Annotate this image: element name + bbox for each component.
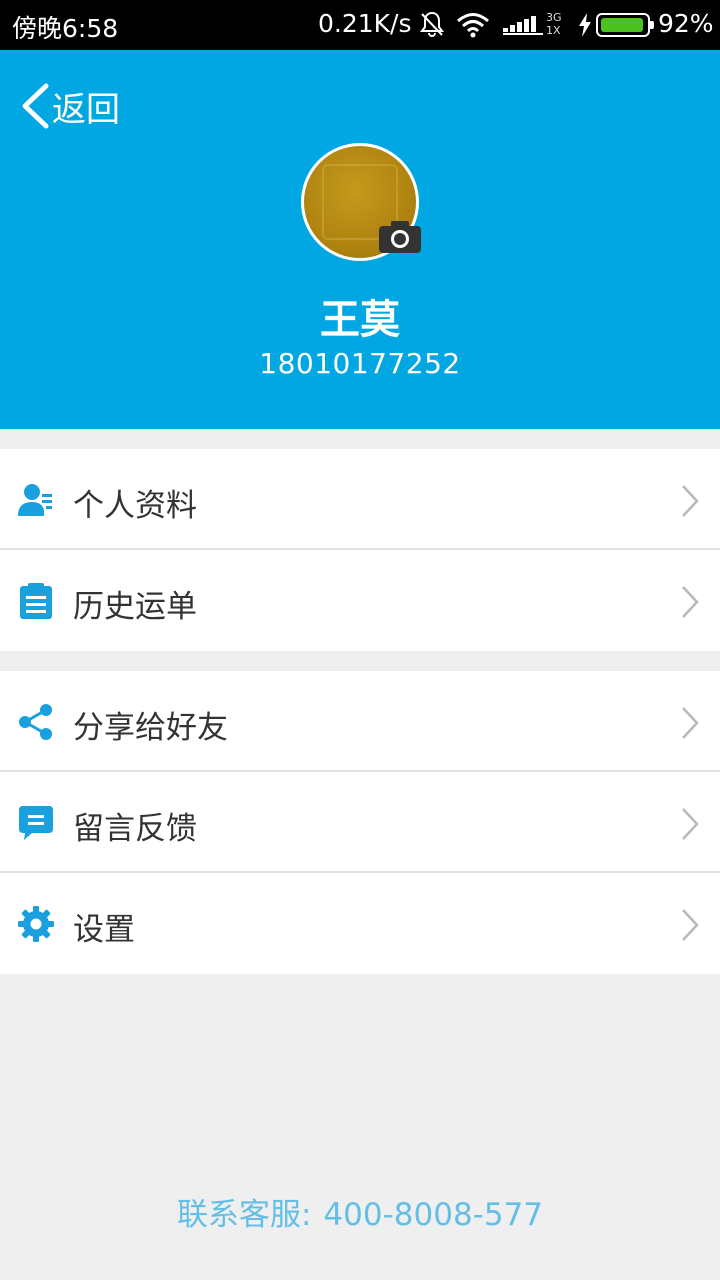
status-network-speed: 0.21K/s <box>318 9 412 38</box>
customer-service-number[interactable]: 400-8008-577 <box>323 1197 543 1233</box>
battery-percent: 92% <box>658 9 714 38</box>
menu-label: 设置 <box>73 912 135 948</box>
customer-service-label: 联系客服: <box>176 1197 312 1233</box>
chevron-right-icon <box>680 807 700 845</box>
charging-icon <box>578 13 592 41</box>
camera-icon[interactable] <box>378 220 422 254</box>
message-icon <box>18 805 54 841</box>
menu-group-misc: 分享给好友 留言反馈 设置 <box>0 671 720 974</box>
menu-item-settings[interactable]: 设置 <box>0 873 720 974</box>
status-time: 傍晚6:58 <box>12 14 119 43</box>
chevron-right-icon <box>680 484 700 522</box>
chevron-right-icon <box>680 585 700 623</box>
share-icon <box>18 704 54 740</box>
menu-item-feedback[interactable]: 留言反馈 <box>0 772 720 873</box>
bell-muted-icon <box>418 10 446 42</box>
menu-item-order-history[interactable]: 历史运单 <box>0 550 720 651</box>
user-phone: 18010177252 <box>259 347 461 380</box>
wifi-icon <box>456 12 490 42</box>
gear-icon <box>18 906 54 942</box>
customer-service[interactable]: 联系客服: 400-8008-577 <box>0 1189 720 1234</box>
back-label: 返回 <box>52 89 120 130</box>
menu-item-profile[interactable]: 个人资料 <box>0 449 720 550</box>
back-button[interactable]: 返回 <box>18 80 120 132</box>
battery-icon <box>596 13 654 37</box>
menu-label: 分享给好友 <box>73 710 228 746</box>
menu-label: 历史运单 <box>73 589 197 625</box>
signal-icon <box>503 14 543 40</box>
chevron-right-icon <box>680 908 700 946</box>
menu-item-share[interactable]: 分享给好友 <box>0 671 720 772</box>
chevron-left-icon <box>22 83 49 129</box>
user-profile-icon <box>18 482 54 518</box>
menu-label: 个人资料 <box>73 488 197 524</box>
menu-group-account: 个人资料 历史运单 <box>0 449 720 651</box>
status-bar: 傍晚6:58 0.21K/s 3G 1X 92% <box>0 0 720 50</box>
profile-header: 返回 王莫 18010177252 <box>0 50 720 429</box>
chevron-right-icon <box>680 706 700 744</box>
document-list-icon <box>18 583 54 619</box>
network-type: 3G 1X <box>546 11 562 37</box>
user-name: 王莫 <box>320 297 400 343</box>
menu-label: 留言反馈 <box>73 811 197 847</box>
